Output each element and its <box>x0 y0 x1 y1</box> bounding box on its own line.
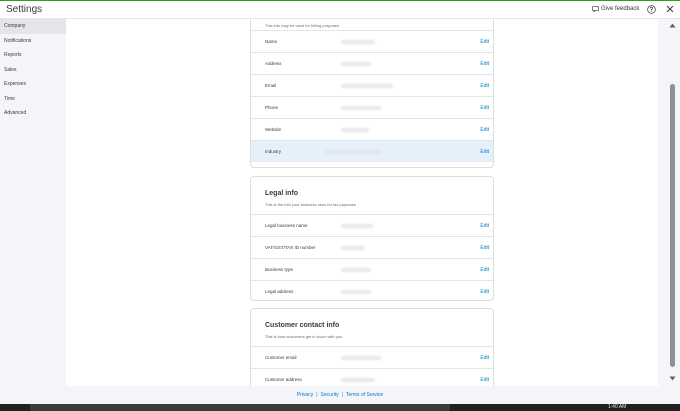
business-type-row: Business type Edit <box>251 258 493 280</box>
scroll-down-arrow-icon[interactable] <box>669 376 676 381</box>
sidebar-item-reports[interactable]: Reports <box>0 48 66 63</box>
redacted-value <box>341 106 381 110</box>
taskbar-apps <box>30 404 450 411</box>
legal-info-card: Legal info This is the info your busines… <box>250 176 494 301</box>
customer-contact-title: Customer contact info <box>265 322 340 329</box>
redacted-value <box>341 290 371 294</box>
redacted-value <box>341 40 375 44</box>
edit-customer-email-link[interactable]: Edit <box>480 355 489 361</box>
edit-legal-business-name-link[interactable]: Edit <box>480 223 489 229</box>
edit-customer-address-link[interactable]: Edit <box>480 377 489 383</box>
sidebar-item-advanced[interactable]: Advanced <box>0 106 66 121</box>
scrollbar-thumb[interactable] <box>670 84 675 367</box>
redacted-value <box>325 150 381 154</box>
customer-address-row: Customer address Edit <box>251 368 493 386</box>
row-label: Email <box>265 83 277 88</box>
sidebar-item-label: Company <box>4 23 26 29</box>
row-label: Website <box>265 127 282 132</box>
row-label: Customer email <box>265 355 297 360</box>
row-label: Business type <box>265 267 294 272</box>
accent-strip <box>0 0 680 1</box>
edit-phone-link[interactable]: Edit <box>480 105 489 111</box>
taskbar-clock: 1:40 AM <box>608 404 627 410</box>
row-label: Industry <box>265 149 282 154</box>
redacted-value <box>341 268 371 272</box>
company-info-card: This info may be used for billing purpos… <box>250 19 494 168</box>
redacted-value <box>341 246 365 250</box>
privacy-link[interactable]: Privacy <box>297 392 313 398</box>
close-icon[interactable] <box>666 5 674 13</box>
settings-sidebar: Company Notifications Reports Sales Expe… <box>0 19 66 386</box>
edit-tax-id-link[interactable]: Edit <box>480 245 489 251</box>
customer-contact-card: Customer contact info This is how custom… <box>250 308 494 386</box>
row-label: Address <box>265 61 282 66</box>
os-taskbar: 1:40 AM <box>0 404 680 411</box>
redacted-value <box>341 62 371 66</box>
sidebar-item-time[interactable]: Time <box>0 92 66 107</box>
edit-address-link[interactable]: Edit <box>480 61 489 67</box>
sidebar-item-label: Time <box>4 95 15 102</box>
content-scrollbar[interactable] <box>664 19 680 386</box>
help-icon[interactable] <box>647 5 656 14</box>
company-address-row: Address Edit <box>251 52 493 74</box>
redacted-value <box>341 356 381 360</box>
company-phone-row: Phone Edit <box>251 96 493 118</box>
customer-contact-description: This is how customers get in touch with … <box>265 334 343 339</box>
security-link[interactable]: Security <box>321 392 339 398</box>
row-label: Customer address <box>265 377 302 382</box>
legal-info-title: Legal info <box>265 190 299 197</box>
legal-address-row: Legal address Edit <box>251 280 493 300</box>
edit-name-link[interactable]: Edit <box>480 39 489 45</box>
sidebar-item-expenses[interactable]: Expenses <box>0 77 66 92</box>
sidebar-item-label: Expenses <box>4 81 26 87</box>
legal-business-name-row: Legal business name Edit <box>251 214 493 236</box>
row-label: VAT/GST/TAX ID number <box>265 245 316 250</box>
edit-business-type-link[interactable]: Edit <box>480 267 489 273</box>
redacted-value <box>341 224 373 228</box>
row-label: Phone <box>265 105 279 110</box>
footer-separator: | <box>341 392 343 398</box>
company-email-row: Email Edit <box>251 74 493 96</box>
give-feedback-label: Give feedback <box>601 6 640 12</box>
tax-id-row: VAT/GST/TAX ID number Edit <box>251 236 493 258</box>
company-info-description: This info may be used for billing purpos… <box>265 23 339 28</box>
footer-separator: | <box>316 392 318 398</box>
sidebar-item-label: Sales <box>4 66 17 73</box>
edit-website-link[interactable]: Edit <box>480 127 489 133</box>
give-feedback-button[interactable]: Give feedback <box>592 6 639 12</box>
sidebar-item-label: Reports <box>4 52 22 58</box>
edit-legal-address-link[interactable]: Edit <box>480 289 489 295</box>
customer-email-row: Customer email Edit <box>251 346 493 368</box>
sidebar-item-label: Notifications <box>4 37 32 44</box>
page-title: Settings <box>6 4 43 15</box>
company-name-row: Name Edit <box>251 30 493 52</box>
sidebar-item-label: Advanced <box>4 110 27 116</box>
sidebar-item-notifications[interactable]: Notifications <box>0 34 66 49</box>
footer-links: Privacy | Security | Terms of Service <box>0 386 680 404</box>
redacted-value <box>341 84 393 88</box>
feedback-icon <box>592 6 599 12</box>
settings-content: This info may be used for billing purpos… <box>66 19 658 386</box>
edit-industry-link[interactable]: Edit <box>480 149 489 155</box>
edit-email-link[interactable]: Edit <box>480 83 489 89</box>
company-website-row: Website Edit <box>251 118 493 140</box>
sidebar-item-company[interactable]: Company <box>0 19 66 34</box>
sidebar-item-sales[interactable]: Sales <box>0 63 66 78</box>
legal-info-description: This is the info your business uses for … <box>265 202 356 207</box>
scroll-up-arrow-icon[interactable] <box>669 23 676 28</box>
terms-of-service-link[interactable]: Terms of Service <box>346 392 383 398</box>
redacted-value <box>341 378 375 382</box>
row-label: Legal business name <box>265 223 308 228</box>
row-label: Legal address <box>265 289 294 294</box>
app-header: Settings Give feedback <box>0 0 680 19</box>
redacted-value <box>341 128 369 132</box>
company-industry-row[interactable]: Industry Edit <box>251 140 493 162</box>
row-label: Name <box>265 39 278 44</box>
